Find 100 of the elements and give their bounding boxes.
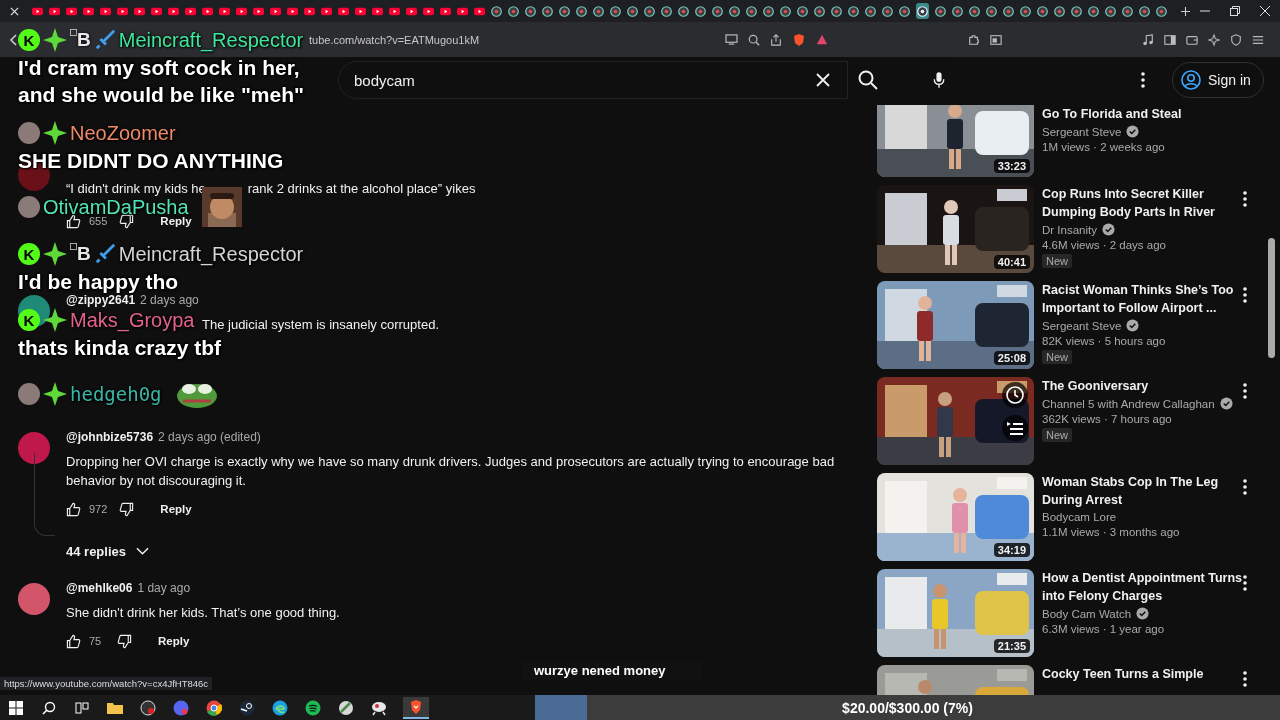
tab[interactable] — [797, 3, 808, 19]
tab[interactable] — [1139, 3, 1150, 19]
tab[interactable] — [627, 3, 638, 19]
thumbs-down-icon[interactable] — [119, 501, 135, 517]
tab[interactable] — [882, 3, 893, 19]
tab[interactable] — [746, 3, 757, 19]
channel-name[interactable]: Dr Insanity — [1042, 223, 1257, 236]
tab[interactable] — [729, 3, 740, 19]
tab[interactable] — [610, 3, 621, 19]
share-icon[interactable] — [770, 33, 782, 46]
chat-message: thats kinda crazy tbf — [18, 335, 222, 361]
tab[interactable] — [986, 3, 997, 19]
tab[interactable] — [1071, 3, 1082, 19]
tab[interactable] — [1156, 3, 1167, 19]
tab[interactable] — [661, 3, 672, 19]
tab[interactable] — [848, 3, 859, 19]
more-icon[interactable] — [1141, 72, 1145, 88]
restore-icon[interactable] — [1230, 6, 1240, 16]
thumbs-up-icon[interactable] — [66, 633, 81, 649]
tab[interactable] — [780, 3, 791, 19]
video-title[interactable]: The Gooniversary — [1042, 377, 1257, 395]
video-title[interactable]: Racist Woman Thinks She’s Too Important to Follow Airport ... — [1042, 281, 1257, 317]
tab[interactable] — [491, 3, 502, 19]
tab[interactable] — [1088, 3, 1099, 19]
tab[interactable] — [899, 3, 910, 19]
reply-button[interactable]: Reply — [158, 635, 190, 647]
puzzle-icon[interactable] — [968, 33, 980, 46]
tab[interactable] — [969, 3, 980, 19]
comment-time: 2 days ago — [140, 293, 199, 307]
close-icon[interactable] — [1260, 6, 1270, 16]
tab[interactable] — [763, 3, 774, 19]
video-title[interactable]: How a Dentist Appointment Turns into Felony Charges — [1042, 569, 1257, 605]
comment-author[interactable]: @mehlke06 — [66, 581, 133, 595]
tab[interactable] — [678, 3, 689, 19]
tab[interactable] — [695, 3, 706, 19]
reply-button[interactable]: Reply — [160, 215, 192, 227]
search-icon[interactable] — [858, 70, 878, 90]
window-icon[interactable] — [990, 33, 1002, 46]
more-icon[interactable] — [1243, 383, 1247, 399]
shield-icon[interactable] — [792, 32, 806, 47]
sidebar-icon[interactable] — [1164, 33, 1176, 46]
thumbs-down-icon[interactable] — [117, 633, 132, 649]
tab[interactable] — [1020, 3, 1031, 19]
tab[interactable] — [935, 3, 946, 19]
replies-toggle[interactable]: 44 replies — [66, 541, 149, 561]
more-icon[interactable] — [1243, 191, 1247, 207]
more-icon[interactable] — [1243, 479, 1247, 495]
tab[interactable] — [865, 3, 876, 19]
tab[interactable] — [1054, 3, 1065, 19]
music-note-icon[interactable] — [1142, 33, 1154, 46]
microphone-icon[interactable] — [933, 71, 945, 89]
video-title[interactable]: Cop Runs Into Secret Killer Dumping Body Parts In River — [1042, 185, 1257, 221]
menu-icon[interactable] — [1252, 33, 1264, 46]
video-title[interactable]: Cocky Teen Turns a Simple — [1042, 665, 1257, 683]
channel-name[interactable]: Body Cam Watch — [1042, 607, 1257, 620]
tab[interactable] — [1105, 3, 1116, 19]
tab[interactable] — [644, 3, 655, 19]
video-duration: 25:08 — [993, 351, 1030, 365]
new-tab-icon[interactable] — [1181, 6, 1190, 16]
wallet-icon[interactable] — [1186, 33, 1198, 46]
comment-author[interactable]: @johnbize5736 — [66, 430, 154, 444]
zoom-icon[interactable] — [748, 33, 760, 46]
tab[interactable] — [593, 3, 604, 19]
tab[interactable] — [559, 3, 570, 19]
tab[interactable] — [1122, 3, 1133, 19]
channel-name[interactable]: Bodycam Lore — [1042, 511, 1257, 523]
comment-author[interactable]: @zippy2641 — [66, 293, 136, 307]
back-icon[interactable] — [9, 33, 17, 46]
channel-name[interactable]: Sergeant Steve — [1042, 125, 1257, 138]
tab[interactable] — [916, 3, 929, 19]
channel-name[interactable]: Sergeant Steve — [1042, 319, 1257, 332]
cast-icon[interactable] — [725, 34, 738, 45]
tab[interactable] — [576, 3, 587, 19]
tab[interactable] — [814, 3, 825, 19]
tab[interactable] — [542, 3, 553, 19]
reply-button[interactable]: Reply — [160, 503, 192, 515]
tab[interactable] — [712, 3, 723, 19]
video-title[interactable]: Woman Stabs Cop In The Leg During Arrest — [1042, 473, 1257, 509]
more-icon[interactable] — [1243, 575, 1247, 591]
tab[interactable] — [508, 3, 519, 19]
comment-text: Dropping her OVI charge is exactly why we have so many drunk drivers. Judges and prosecutors are actually trying to encourage bad behavior by not discouraging it. — [66, 453, 836, 490]
shield-outline-icon[interactable] — [1230, 33, 1242, 46]
thumbs-up-icon[interactable] — [66, 501, 81, 517]
clear-icon[interactable] — [816, 73, 830, 87]
more-icon[interactable] — [1243, 287, 1247, 303]
tab[interactable] — [1037, 3, 1048, 19]
brave-icon[interactable] — [403, 696, 429, 719]
channel-name[interactable]: Channel 5 with Andrew Callaghan — [1042, 397, 1257, 410]
comment-text: The judicial system is insanely corrupted. — [202, 316, 439, 334]
tab[interactable] — [1003, 3, 1014, 19]
triangle-icon[interactable] — [816, 33, 828, 46]
tab[interactable] — [831, 3, 842, 19]
sparkle-icon[interactable] — [1208, 33, 1220, 46]
comment-text: She didn't drink her kids. That’s one good thing. — [66, 604, 340, 622]
tab[interactable] — [952, 3, 963, 19]
video-title[interactable]: Go To Florida and Steal — [1042, 105, 1257, 123]
search-field[interactable]: bodycam — [338, 61, 848, 99]
more-icon[interactable] — [1243, 671, 1247, 687]
address-field[interactable]: tube.com/watch?v=EATMugou1kM — [309, 33, 480, 46]
tab[interactable] — [525, 3, 536, 19]
